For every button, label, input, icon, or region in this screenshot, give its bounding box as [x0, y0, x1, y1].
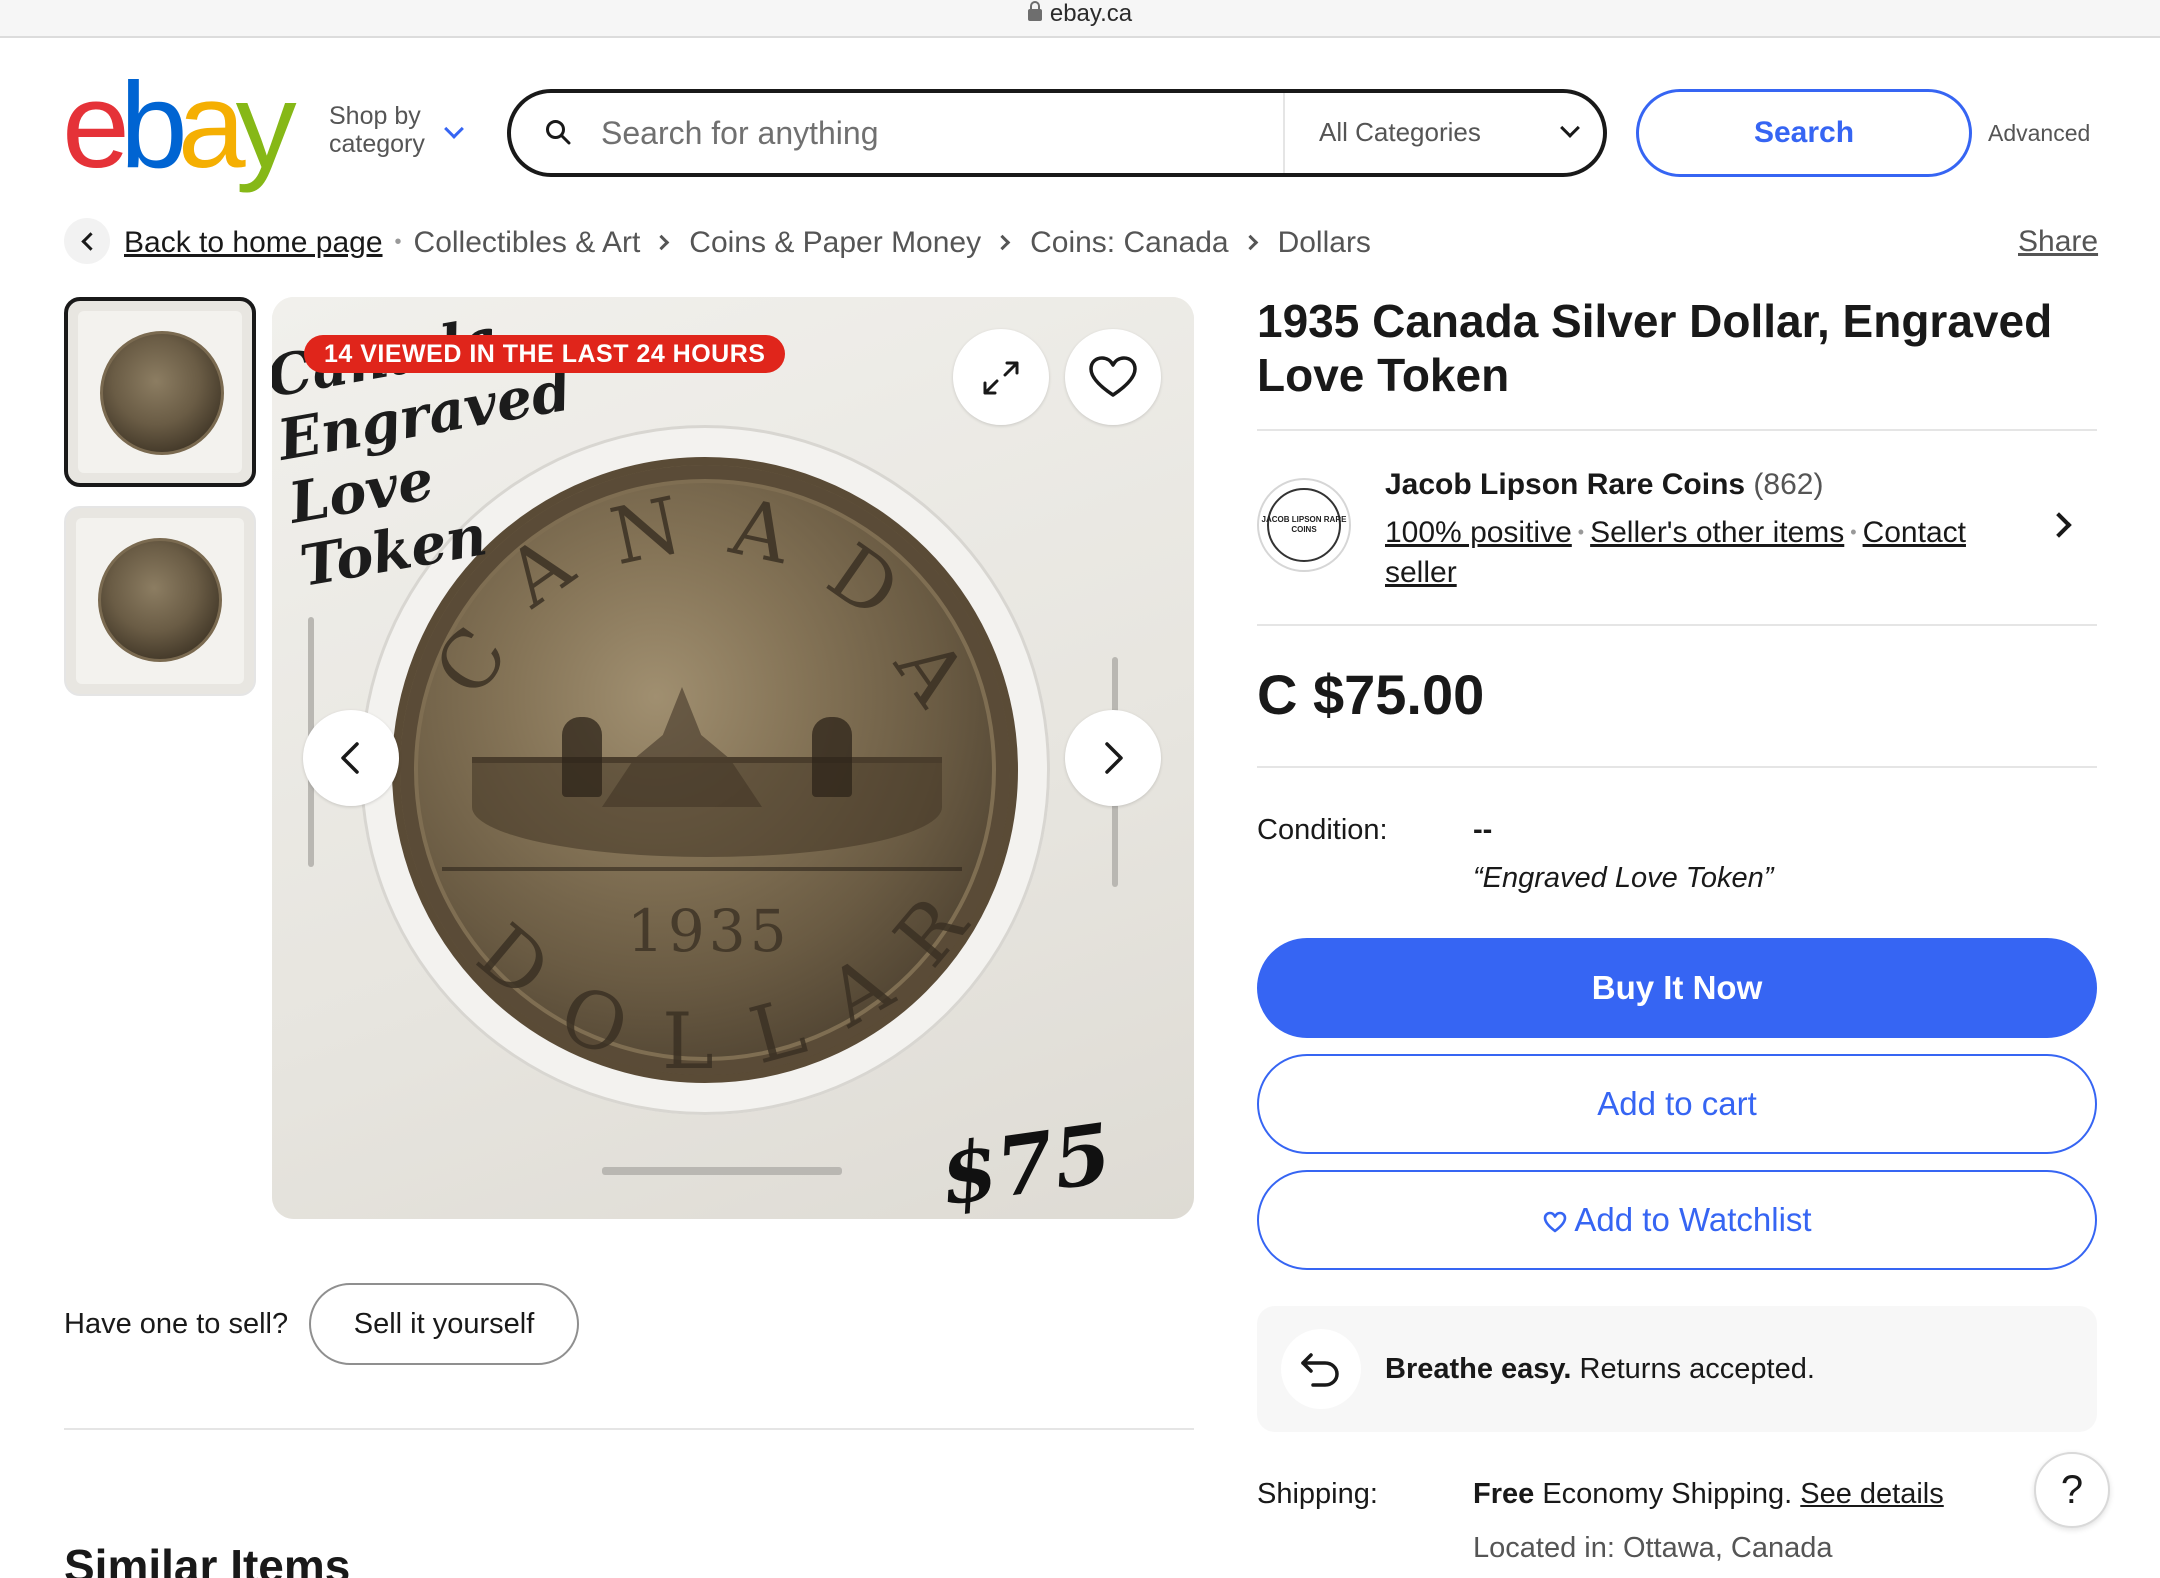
- chevron-right-icon: [654, 234, 670, 251]
- condition-note: “Engraved Love Token”: [1473, 862, 1774, 894]
- chevron-right-icon: [994, 234, 1011, 251]
- returns-detail: Returns accepted.: [1579, 1353, 1815, 1385]
- shop-by-category-button[interactable]: Shop by category: [329, 102, 469, 158]
- views-badge: 14 VIEWED IN THE LAST 24 HOURS: [304, 335, 786, 373]
- separator-dot: •: [1850, 522, 1857, 542]
- item-location: Located in: Ottawa, Canada: [1473, 1532, 1833, 1564]
- holder-slot: [602, 1167, 842, 1175]
- watchlist-label: Add to Watchlist: [1574, 1201, 1812, 1238]
- previous-image-button[interactable]: [303, 710, 399, 806]
- seller-links: 100% positive • Seller's other items • Conta…: [1385, 512, 2005, 593]
- returns-bold: Breathe easy.: [1385, 1353, 1572, 1385]
- divider: [1257, 429, 2097, 431]
- seller-name[interactable]: Jacob Lipson Rare Coins: [1385, 468, 1745, 501]
- search-bar: All Categories: [507, 89, 1607, 177]
- shop-by-category-label: Shop by category: [329, 102, 425, 158]
- add-to-cart-button[interactable]: Add to cart: [1257, 1054, 2097, 1154]
- divider: [64, 1428, 1194, 1430]
- seller-info: Jacob Lipson Rare Coins (862): [1385, 466, 1823, 504]
- logo-letter-e: e: [62, 57, 130, 193]
- browser-url-bar[interactable]: ebay.ca: [0, 0, 2160, 38]
- shipping-value: Free Economy Shipping. See details: [1473, 1476, 1944, 1512]
- returns-banner: Breathe easy. Returns accepted.: [1257, 1306, 2097, 1432]
- divider: [1257, 624, 2097, 626]
- divider: [1257, 766, 2097, 768]
- condition-value: --: [1473, 814, 1493, 846]
- search-icon: [546, 120, 571, 145]
- seller-positive-link[interactable]: 100% positive: [1385, 516, 1572, 549]
- url-address[interactable]: ebay.ca: [0, 0, 2160, 28]
- sell-it-yourself-button[interactable]: Sell it yourself: [309, 1283, 579, 1365]
- logo-letter-y: y: [235, 57, 297, 193]
- breadcrumb-item-dollars[interactable]: Dollars: [1278, 226, 1371, 259]
- item-price: C $75.00: [1257, 663, 1485, 726]
- breadcrumb-item-collectibles[interactable]: Collectibles & Art: [414, 226, 641, 259]
- next-image-button[interactable]: [1065, 710, 1161, 806]
- chevron-right-icon: [1105, 742, 1123, 774]
- lock-icon: [1027, 1, 1042, 21]
- shipping-method: Economy Shipping.: [1542, 1478, 1793, 1510]
- seller-other-items-link[interactable]: Seller's other items: [1590, 516, 1844, 549]
- breadcrumb-item-coins-paper-money[interactable]: Coins & Paper Money: [689, 226, 981, 259]
- coin-year: 1935: [627, 897, 791, 965]
- back-arrow-icon[interactable]: [64, 218, 110, 264]
- expand-icon: [983, 361, 1019, 395]
- condition-label: Condition:: [1257, 814, 1388, 846]
- coin-paddler: [562, 717, 602, 797]
- returns-icon: [1281, 1329, 1361, 1409]
- logo-letter-b: b: [119, 57, 188, 193]
- logo-letter-a: a: [177, 57, 246, 193]
- returns-text: Breathe easy. Returns accepted.: [1385, 1350, 1815, 1388]
- search-input[interactable]: [601, 107, 1281, 159]
- add-to-watchlist-button[interactable]: Add to Watchlist: [1257, 1170, 2097, 1270]
- breadcrumb-item-coins-canada[interactable]: Coins: Canada: [1030, 226, 1228, 259]
- similar-items-heading: Similar Items: [64, 1540, 351, 1578]
- search-button[interactable]: Search: [1636, 89, 1972, 177]
- chevron-right-icon[interactable]: [2046, 512, 2072, 538]
- coin-canoe: [472, 757, 942, 857]
- coin-letter: L: [662, 997, 714, 1087]
- coin-paddler: [812, 717, 852, 797]
- listing-title: 1935 Canada Silver Dollar, Engraved Love…: [1257, 295, 2053, 401]
- seller-feedback-count: (862): [1753, 468, 1824, 501]
- seller-logo-text: JACOB LIPSON RARE COINS: [1261, 515, 1347, 534]
- sell-question: Have one to sell?: [64, 1308, 289, 1340]
- separator-dot: •: [1577, 522, 1585, 542]
- search-divider: [1283, 93, 1285, 173]
- advanced-search-link[interactable]: Advanced: [1988, 120, 2090, 147]
- chevron-down-icon: [1560, 118, 1580, 138]
- shipping-free: Free: [1473, 1478, 1535, 1510]
- category-select[interactable]: All Categories: [1319, 115, 1481, 149]
- share-link[interactable]: Share: [2018, 222, 2098, 262]
- coin-waterline: [442, 867, 962, 871]
- header-spacer: [0, 40, 2160, 54]
- main-product-image[interactable]: C A N A D A 1935 D O L L A R Canada Engr…: [272, 297, 1194, 1219]
- buy-it-now-button[interactable]: Buy It Now: [1257, 938, 2097, 1038]
- see-details-link[interactable]: See details: [1800, 1478, 1944, 1510]
- breadcrumb: Back to home page • Collectibles & Art Coin…: [124, 222, 1371, 263]
- favorite-button[interactable]: [1065, 329, 1161, 425]
- coin-reverse-image: [100, 331, 224, 455]
- help-button[interactable]: ?: [2034, 1452, 2110, 1528]
- ebay-logo[interactable]: ebay: [62, 57, 297, 193]
- breadcrumb-dot: •: [394, 231, 402, 253]
- chevron-left-icon: [341, 742, 359, 774]
- thumbnail-2[interactable]: [64, 506, 256, 696]
- breadcrumb-home-link[interactable]: Back to home page: [124, 226, 383, 259]
- coin-obverse-image: [98, 538, 222, 662]
- thumbnail-1[interactable]: [64, 297, 256, 487]
- heart-icon: [1089, 356, 1137, 397]
- seller-logo[interactable]: JACOB LIPSON RARE COINS: [1257, 478, 1351, 572]
- heart-icon: [1544, 1211, 1567, 1233]
- shipping-label: Shipping:: [1257, 1478, 1378, 1510]
- url-text: ebay.ca: [1049, 0, 1133, 27]
- chevron-right-icon: [1242, 234, 1258, 251]
- chevron-down-icon: [444, 119, 464, 139]
- expand-image-button[interactable]: [953, 329, 1049, 425]
- return-arrow-icon: [1301, 1353, 1339, 1387]
